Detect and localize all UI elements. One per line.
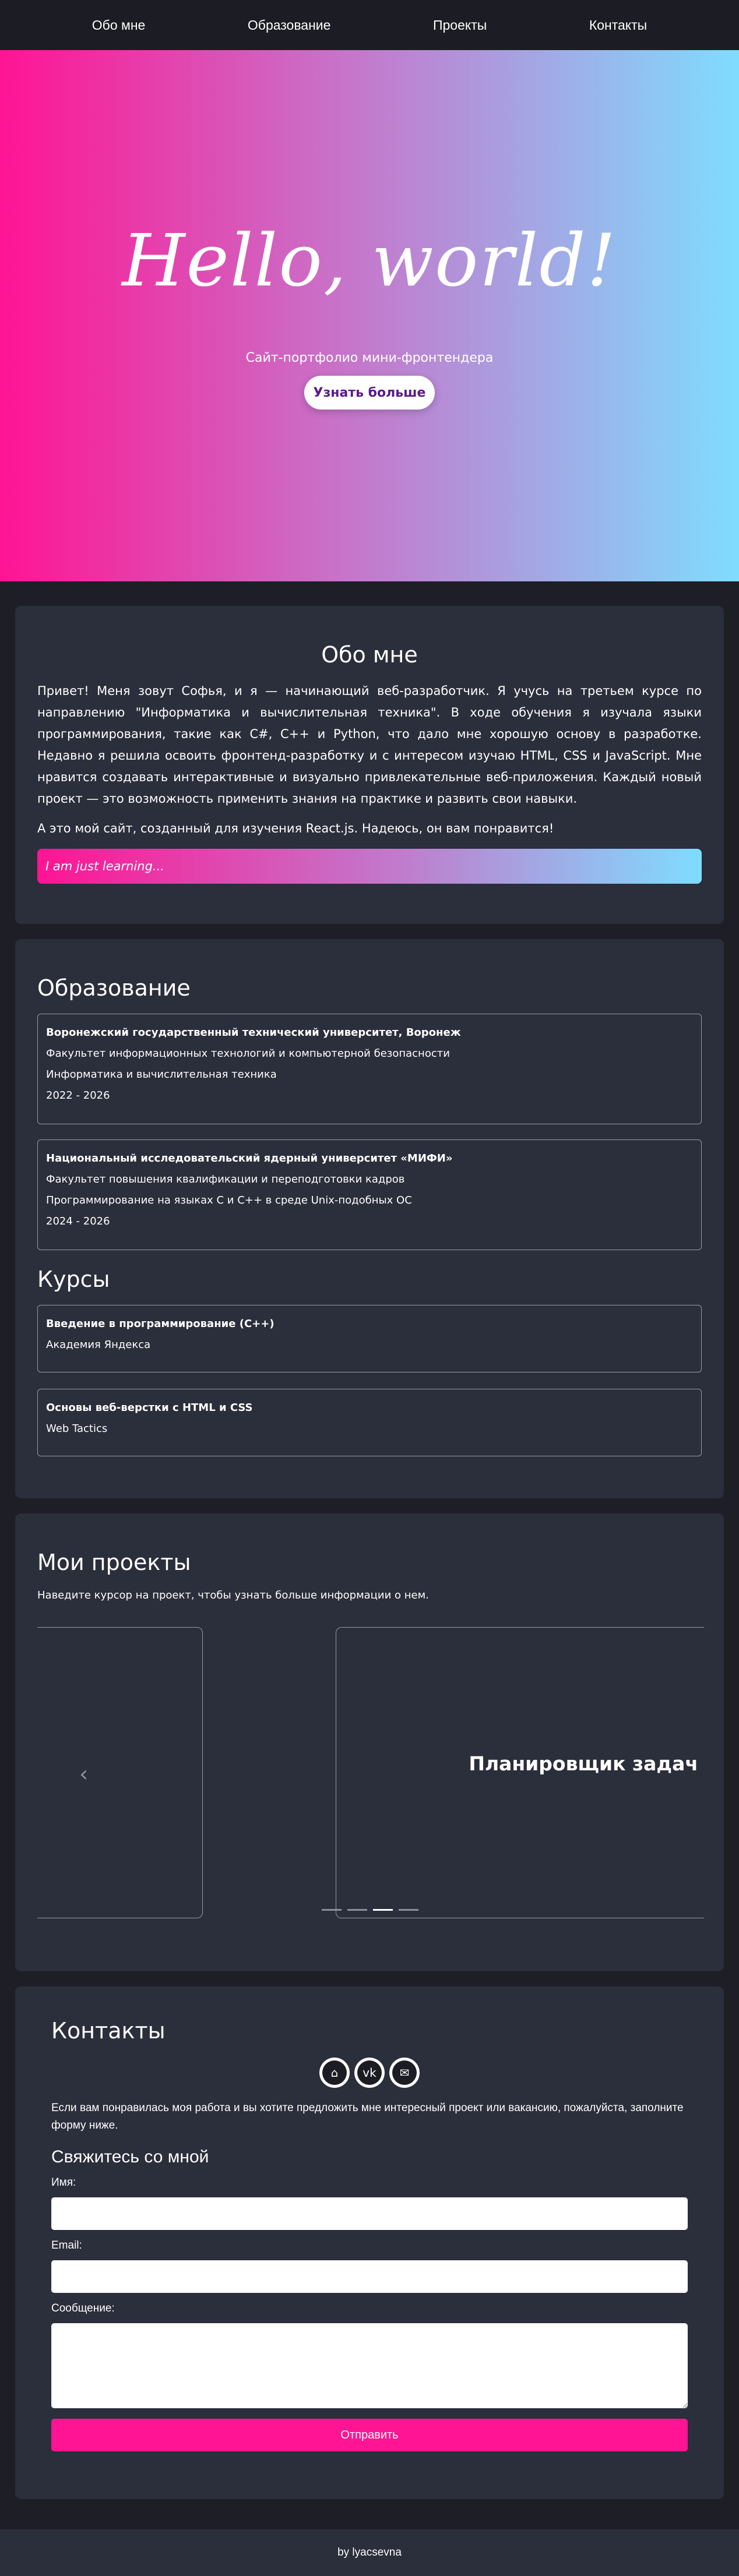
learn-more-button[interactable]: Узнать больше [304, 376, 435, 410]
nav-item-contacts[interactable]: Контакты [589, 17, 647, 33]
project-slide-current[interactable]: Планировщик задач [336, 1627, 704, 1918]
course-name: Основы веб-верстки с HTML и CSS [46, 1402, 253, 1414]
education-section: Образование Воронежский государственный … [15, 939, 724, 1498]
top-nav: Обо мне Образование Проекты Контакты [0, 0, 739, 50]
name-input[interactable] [51, 2197, 688, 2230]
about-paragraph: Привет! Меня зовут Софья, и я — начинающ… [37, 684, 702, 806]
course-name: Введение в программирование (C++) [46, 1318, 275, 1330]
chevron-left-icon[interactable]: ‹ [79, 1761, 88, 1787]
carousel-dot-active[interactable] [373, 1909, 393, 1911]
course-org: Web Tactics [46, 1423, 108, 1435]
learning-banner: I am just learning... [37, 849, 702, 884]
contact-form-title: Свяжитесь со мной [51, 2147, 209, 2166]
projects-hint: Наведите курсор на проект, чтобы узнать … [37, 1589, 429, 1601]
message-textarea[interactable] [51, 2323, 688, 2408]
education-years: 2022 - 2026 [46, 1089, 110, 1102]
carousel-dot[interactable] [399, 1909, 418, 1911]
projects-carousel: ‹ Планировщик задач [37, 1627, 704, 1918]
education-item: Воронежский государственный технический … [37, 1014, 702, 1124]
carousel-dot[interactable] [347, 1909, 367, 1911]
message-label: Сообщение: [51, 2302, 115, 2314]
email-label: Email: [51, 2239, 82, 2252]
education-title: Образование [37, 975, 191, 1001]
vk-icon: vk [357, 2060, 382, 2085]
about-paragraph: А это мой сайт, созданный для изучения R… [37, 821, 554, 835]
contacts-title: Контакты [51, 2018, 166, 2044]
projects-section: Мои проекты Наведите курсор на проект, ч… [15, 1513, 724, 1971]
mail-link[interactable]: ✉ [389, 2058, 420, 2088]
footer: by lyacsevna [0, 2529, 739, 2576]
education-faculty: Факультет повышения квалификации и переп… [46, 1173, 405, 1185]
hero-subtitle: Сайт-портфолио мини-фронтендера [245, 351, 494, 365]
education-item: Национальный исследовательский ядерный у… [37, 1139, 702, 1250]
carousel-dots [322, 1909, 418, 1911]
course-item: Основы веб-верстки с HTML и CSS Web Tact… [37, 1389, 702, 1456]
hero-section: Hello, world! Сайт-портфолио мини-фронте… [0, 50, 739, 581]
github-link[interactable]: ⌂ [319, 2058, 350, 2088]
name-label: Имя: [51, 2176, 76, 2189]
social-links: ⌂ vk ✉ [51, 2058, 688, 2088]
nav-item-projects[interactable]: Проекты [433, 17, 487, 33]
github-icon: ⌂ [322, 2060, 347, 2085]
contacts-section: Контакты ⌂ vk ✉ Если вам понравилась моя… [15, 1986, 724, 2499]
about-section: Обо мне Привет! Меня зовут Софья, и я — … [15, 606, 724, 924]
hero-title: Hello, world! [122, 219, 617, 303]
mail-icon: ✉ [392, 2060, 417, 2085]
projects-title: Мои проекты [37, 1550, 191, 1575]
course-org: Академия Яндекса [46, 1339, 151, 1351]
contacts-text: Если вам понравилась моя работа и вы хот… [51, 2102, 684, 2132]
education-years: 2024 - 2026 [46, 1215, 110, 1227]
vk-link[interactable]: vk [354, 2058, 385, 2088]
submit-button[interactable]: Отправить [51, 2419, 688, 2451]
education-program: Информатика и вычислительная техника [46, 1068, 277, 1081]
education-program: Программирование на языках С и С++ в сре… [46, 1194, 412, 1206]
email-input[interactable] [51, 2260, 688, 2293]
education-name: Воронежский государственный технический … [46, 1026, 461, 1039]
project-slide-prev[interactable] [37, 1627, 203, 1918]
course-item: Введение в программирование (C++) Академ… [37, 1305, 702, 1372]
footer-text: by lyacsevna [337, 2546, 402, 2559]
carousel-dot[interactable] [322, 1909, 342, 1911]
courses-title: Курсы [37, 1266, 110, 1292]
nav-item-education[interactable]: Образование [248, 17, 331, 33]
about-title: Обо мне [321, 642, 418, 668]
nav-item-about[interactable]: Обо мне [92, 17, 146, 33]
project-title: Планировщик задач [469, 1752, 698, 1775]
education-faculty: Факультет информационных технологий и ко… [46, 1047, 450, 1060]
education-name: Национальный исследовательский ядерный у… [46, 1152, 453, 1165]
